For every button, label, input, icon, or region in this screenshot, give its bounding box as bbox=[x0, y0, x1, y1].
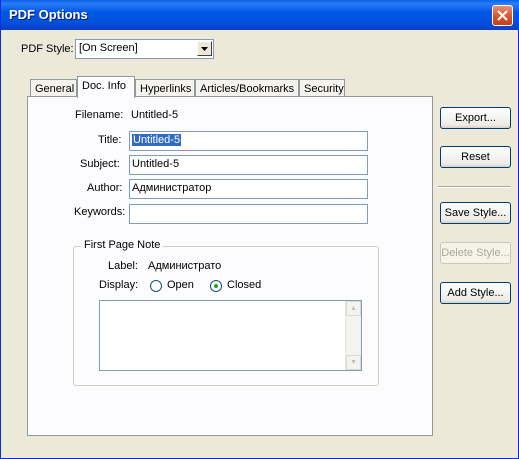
export-button[interactable]: Export... bbox=[440, 107, 511, 129]
author-field[interactable]: Администратор bbox=[129, 179, 368, 199]
reset-button[interactable]: Reset bbox=[440, 146, 511, 168]
author-label: Author: bbox=[87, 182, 123, 194]
pdf-style-select[interactable]: [On Screen] bbox=[75, 39, 214, 59]
closed-radio[interactable] bbox=[210, 280, 222, 292]
first-page-note-title: First Page Note bbox=[81, 239, 164, 251]
author-value: Администратор bbox=[132, 182, 212, 194]
chevron-down-icon bbox=[201, 47, 208, 51]
delete-style-button: Delete Style... bbox=[440, 242, 511, 264]
subject-label: Subject: bbox=[80, 158, 120, 170]
subject-field[interactable]: Untitled-5 bbox=[129, 155, 368, 175]
open-radio[interactable] bbox=[150, 280, 162, 292]
keywords-label: Keywords: bbox=[74, 206, 126, 218]
title-bar[interactable]: PDF Options bbox=[1, 0, 519, 30]
window-title: PDF Options bbox=[9, 7, 88, 22]
closed-radio-label[interactable]: Closed bbox=[227, 279, 261, 291]
scroll-up-icon[interactable]: ▲ bbox=[346, 301, 361, 316]
scroll-down-icon[interactable]: ▼ bbox=[346, 355, 361, 370]
open-radio-label[interactable]: Open bbox=[167, 279, 194, 291]
pdf-style-label: PDF Style: bbox=[21, 43, 74, 55]
note-text-area[interactable]: ▲ ▼ bbox=[99, 300, 362, 371]
note-label-value: Администрато bbox=[148, 260, 222, 272]
pdf-options-dialog: PDF Options PDF Style: [On Screen] Gener… bbox=[0, 0, 519, 459]
dropdown-button[interactable] bbox=[197, 41, 212, 56]
filename-value: Untitled-5 bbox=[131, 109, 179, 121]
display-label: Display: bbox=[99, 279, 139, 291]
filename-label: Filename: bbox=[75, 109, 124, 121]
title-value: Untitled-5 bbox=[132, 134, 182, 146]
keywords-field[interactable] bbox=[129, 204, 368, 224]
close-button[interactable] bbox=[492, 5, 513, 26]
radio-selected-dot bbox=[214, 284, 218, 288]
save-style-button[interactable]: Save Style... bbox=[440, 202, 511, 224]
add-style-button[interactable]: Add Style... bbox=[440, 282, 511, 304]
note-label-label: Label: bbox=[108, 260, 138, 272]
title-field[interactable]: Untitled-5 bbox=[129, 131, 368, 151]
subject-value: Untitled-5 bbox=[132, 158, 180, 170]
button-separator bbox=[438, 186, 511, 188]
title-label: Title: bbox=[98, 134, 122, 146]
note-scrollbar[interactable]: ▲ ▼ bbox=[345, 301, 361, 370]
pdf-style-value: [On Screen] bbox=[79, 42, 138, 54]
close-icon bbox=[497, 10, 508, 21]
tab-doc-info[interactable]: Doc. Info bbox=[77, 76, 135, 98]
